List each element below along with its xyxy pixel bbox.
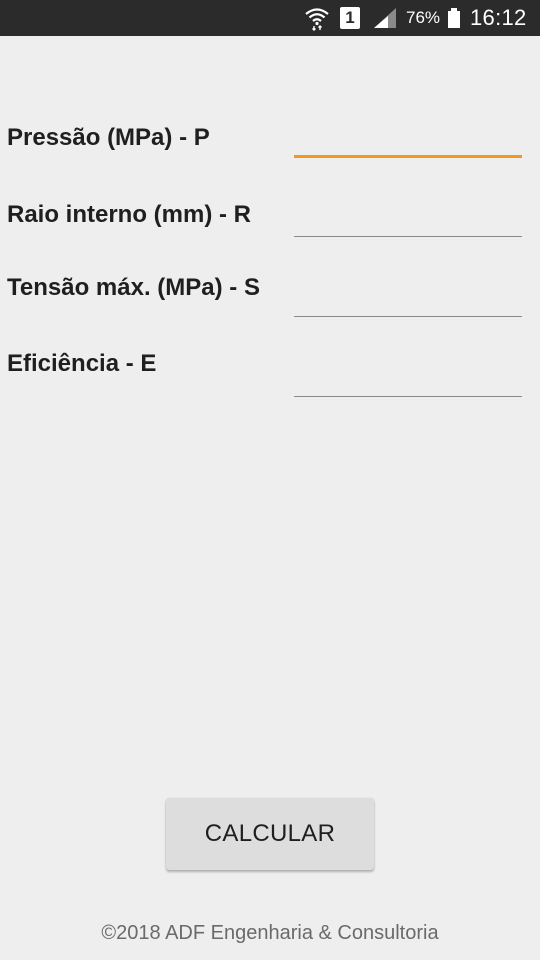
max-stress-label: Tensão máx. (MPa) - S [7, 274, 260, 301]
max-stress-input[interactable] [294, 281, 522, 317]
efficiency-input[interactable] [294, 361, 522, 397]
cell-signal-icon [372, 0, 398, 36]
clock: 16:12 [470, 5, 527, 30]
calculate-button[interactable]: CALCULAR [166, 798, 374, 870]
wifi-icon [304, 0, 330, 36]
battery-percent: 76% [406, 8, 441, 27]
status-bar: 1 76% 16:12 [0, 0, 540, 36]
inner-radius-label: Raio interno (mm) - R [7, 201, 251, 228]
pressure-label: Pressão (MPa) - P [7, 124, 210, 151]
pressure-input[interactable] [294, 122, 522, 158]
battery-icon [446, 0, 462, 36]
copyright-footer: ©2018 ADF Engenharia & Consultoria [101, 922, 439, 944]
sim-slot-label: 1 [340, 7, 360, 29]
inner-radius-input[interactable] [294, 201, 522, 237]
sim-slot-icon: 1 [340, 0, 360, 36]
efficiency-label: Eficiência - E [7, 350, 157, 377]
